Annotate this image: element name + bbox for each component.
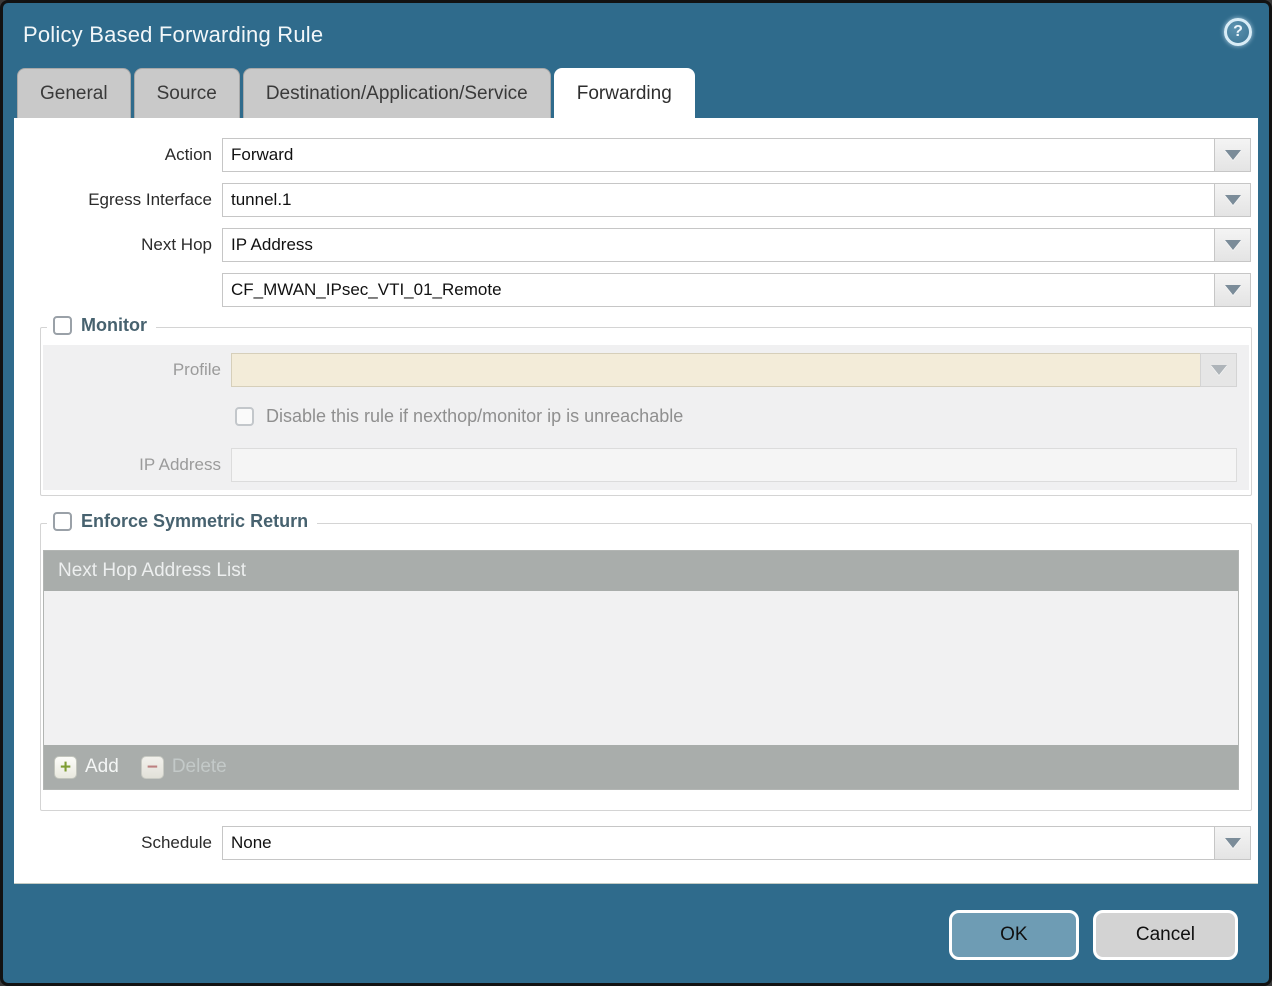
- monitor-ip-label: IP Address: [43, 455, 221, 475]
- symmetric-return-legend-label: Enforce Symmetric Return: [81, 511, 308, 532]
- next-hop-address-list-header: Next Hop Address List: [44, 551, 1238, 591]
- delete-button-label: Delete: [172, 756, 227, 778]
- tab-destination-application-service[interactable]: Destination/Application/Service: [243, 68, 551, 118]
- symmetric-return-legend: Enforce Symmetric Return: [47, 511, 317, 532]
- forwarding-tab-panel: Action Forward Egress Interface tunnel.1…: [14, 118, 1258, 884]
- profile-dropdown-button: [1200, 353, 1237, 387]
- egress-interface-dropdown-button[interactable]: [1214, 183, 1251, 217]
- next-hop-type-value: IP Address: [222, 228, 1215, 262]
- egress-interface-select[interactable]: tunnel.1: [222, 183, 1251, 217]
- pbf-rule-dialog: Policy Based Forwarding Rule ? General S…: [0, 0, 1272, 986]
- next-hop-address-select[interactable]: CF_MWAN_IPsec_VTI_01_Remote: [222, 273, 1251, 307]
- schedule-row: Schedule None: [14, 826, 1258, 860]
- next-hop-address-list-table: Next Hop Address List + Add − Delete: [43, 550, 1239, 790]
- action-label: Action: [14, 145, 212, 165]
- monitor-ip-row: IP Address: [43, 448, 1237, 482]
- chevron-down-icon: [1225, 195, 1241, 205]
- next-hop-address-list-body[interactable]: [44, 591, 1238, 745]
- action-row: Action Forward: [14, 138, 1258, 172]
- monitor-checkbox[interactable]: [53, 316, 72, 335]
- next-hop-address-value: CF_MWAN_IPsec_VTI_01_Remote: [222, 273, 1215, 307]
- help-icon[interactable]: ?: [1224, 18, 1252, 46]
- delete-button: − Delete: [141, 756, 227, 779]
- ok-button[interactable]: OK: [949, 910, 1079, 960]
- dialog-title: Policy Based Forwarding Rule: [23, 22, 323, 48]
- disable-rule-checkbox: [235, 407, 254, 426]
- chevron-down-icon: [1225, 150, 1241, 160]
- monitor-legend-label: Monitor: [81, 315, 147, 336]
- tab-source[interactable]: Source: [134, 68, 240, 118]
- egress-interface-label: Egress Interface: [14, 190, 212, 210]
- profile-label: Profile: [43, 360, 221, 380]
- action-dropdown-button[interactable]: [1214, 138, 1251, 172]
- next-hop-label: Next Hop: [14, 235, 212, 255]
- disable-rule-row: Disable this rule if nexthop/monitor ip …: [235, 403, 1237, 430]
- monitor-ip-input: [231, 448, 1237, 482]
- enforce-symmetric-return-group: Enforce Symmetric Return Next Hop Addres…: [40, 523, 1252, 811]
- chevron-down-icon: [1225, 240, 1241, 250]
- profile-value: [231, 353, 1201, 387]
- monitor-legend: Monitor: [47, 315, 156, 336]
- schedule-label: Schedule: [14, 833, 212, 853]
- enforce-symmetric-return-checkbox[interactable]: [53, 512, 72, 531]
- tab-general[interactable]: General: [17, 68, 131, 118]
- egress-interface-row: Egress Interface tunnel.1: [14, 183, 1258, 217]
- add-button-label: Add: [85, 756, 119, 778]
- next-hop-dropdown-button[interactable]: [1214, 228, 1251, 262]
- monitor-panel: Profile Disable this rule if nexthop/mon…: [43, 345, 1249, 490]
- chevron-down-icon: [1225, 285, 1241, 295]
- dialog-titlebar: Policy Based Forwarding Rule ?: [3, 3, 1269, 68]
- tab-bar: General Source Destination/Application/S…: [3, 68, 1269, 118]
- profile-row: Profile: [43, 353, 1237, 387]
- dialog-footer: OK Cancel: [3, 884, 1269, 983]
- schedule-select[interactable]: None: [222, 826, 1251, 860]
- minus-icon: −: [141, 756, 164, 779]
- tab-forwarding[interactable]: Forwarding: [554, 68, 695, 118]
- disable-rule-label: Disable this rule if nexthop/monitor ip …: [266, 406, 683, 427]
- chevron-down-icon: [1225, 838, 1241, 848]
- action-select[interactable]: Forward: [222, 138, 1251, 172]
- plus-icon: +: [54, 756, 77, 779]
- next-hop-address-row: CF_MWAN_IPsec_VTI_01_Remote: [14, 273, 1258, 307]
- monitor-group: Monitor Profile Disable this rule if nex…: [40, 327, 1252, 496]
- cancel-button[interactable]: Cancel: [1093, 910, 1238, 960]
- egress-interface-value: tunnel.1: [222, 183, 1215, 217]
- next-hop-type-select[interactable]: IP Address: [222, 228, 1251, 262]
- next-hop-address-list-toolbar: + Add − Delete: [44, 745, 1238, 789]
- add-button[interactable]: + Add: [54, 756, 119, 779]
- chevron-down-icon: [1211, 365, 1227, 375]
- schedule-dropdown-button[interactable]: [1214, 826, 1251, 860]
- next-hop-address-dropdown-button[interactable]: [1214, 273, 1251, 307]
- action-value: Forward: [222, 138, 1215, 172]
- next-hop-row: Next Hop IP Address: [14, 228, 1258, 262]
- profile-select: [231, 353, 1237, 387]
- schedule-value: None: [222, 826, 1215, 860]
